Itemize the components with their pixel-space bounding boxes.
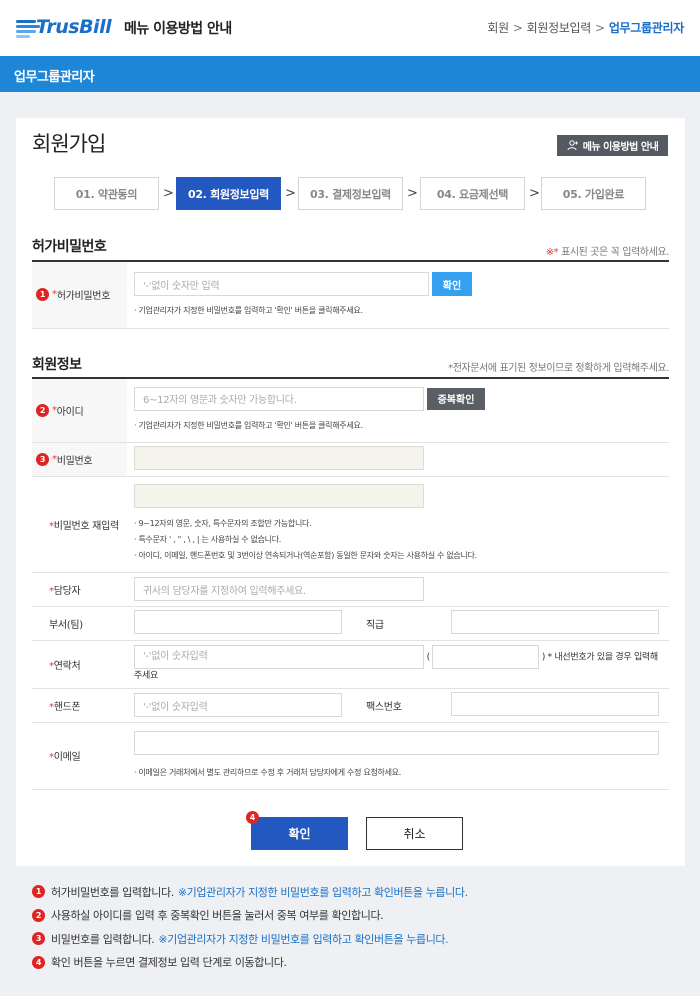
form-row: *담당자 귀사의 담당자를 지정하여 입력해주세요.: [32, 572, 669, 607]
temp-password-input[interactable]: '-'없이 숫자만 입력: [134, 272, 429, 297]
breadcrumb-sep: >: [512, 21, 523, 35]
menu-guide-button[interactable]: 메뉴 이용방법 안내: [557, 135, 668, 156]
list-item: 3 비밀번호를 입력합니다. ※기업관리자가 지정한 비밀번호를 입력하고 확인버튼…: [32, 927, 672, 951]
form-row: 1 * 허가비밀번호 '-'없이 숫자만 입력 확인 · 기업관리자가 지정한 비밀…: [32, 261, 669, 329]
page-title: 회원가입: [32, 132, 106, 156]
required-note: ※* 표시된 곳은 꼭 입력하세요.: [545, 247, 670, 258]
member-info-table: 2 * 아이디 6~12자의 영문과 숫자만 가능합니다. 중복확인 · 기업관리자…: [32, 377, 669, 790]
list-item: 1 허가비밀번호를 입력합니다. ※기업관리자가 지정한 비밀번호를 입력하고 확인…: [32, 880, 672, 904]
step-member-info: 02. 회원정보입력: [176, 177, 281, 210]
step-badge: 4: [246, 811, 259, 824]
trusbill-logo[interactable]: TrusBill: [16, 12, 112, 42]
breadcrumb-item-info[interactable]: 회원정보입력: [527, 21, 592, 35]
field-label: 부서(팀): [32, 606, 127, 641]
step-complete: 05. 가입완료: [541, 177, 646, 210]
form-row: *비밀번호 재입력 · 9~12자의 영문, 숫자, 특수문자의 조합만 가능합…: [32, 476, 669, 573]
section-banner: 업무그룹관리자: [0, 56, 700, 92]
breadcrumb: 회원 > 회원정보입력 > 업무그룹관리자: [487, 19, 684, 36]
form-row: *이메일 · 이메일은 거래처에서 별도 관리하므로 수정 후 거래처 담당자에…: [32, 722, 669, 790]
manager-input[interactable]: 귀사의 담당자를 지정하여 입력해주세요.: [134, 577, 424, 601]
fax-input[interactable]: [451, 691, 659, 716]
field-label: *핸드폰: [32, 688, 127, 723]
breadcrumb-item-current: 업무그룹관리자: [608, 21, 684, 35]
field-label: *담당자: [32, 572, 127, 607]
logo-text: TrusBill: [36, 16, 112, 38]
mobile-input[interactable]: '-'없이 숫자입력: [134, 693, 342, 717]
rank-input[interactable]: [451, 609, 659, 634]
field-label: 1 * 허가비밀번호: [32, 261, 127, 329]
step-payment-info: 03. 결제정보입력: [298, 177, 403, 210]
signup-card: 회원가입 메뉴 이용방법 안내 01. 약관동의 > 02. 회원정보입력 > …: [16, 118, 685, 866]
duplicate-check-button[interactable]: 중복확인: [427, 387, 485, 410]
user-id-hint: · 기업관리자가 지정한 비밀번호를 입력하고 '확인' 버튼을 클릭해주세요.: [134, 420, 363, 430]
banner-title: 업무그룹관리자: [14, 70, 95, 85]
signup-steps: 01. 약관동의 > 02. 회원정보입력 > 03. 결제정보입력 > 04.…: [54, 177, 654, 210]
cancel-button[interactable]: 취소: [366, 817, 463, 850]
temp-password-table: 1 * 허가비밀번호 '-'없이 숫자만 입력 확인 · 기업관리자가 지정한 비밀…: [32, 260, 669, 329]
chevron-right-icon: >: [285, 186, 296, 201]
step-badge: 3: [36, 452, 49, 466]
user-id-input[interactable]: 6~12자의 영문과 숫자만 가능합니다.: [134, 386, 424, 411]
chevron-right-icon: >: [163, 186, 174, 201]
field-label: 직급: [349, 606, 444, 641]
list-item: 2 사용하실 아이디를 입력 후 중복확인 버튼을 눌러서 중복 여부를 확인합니…: [32, 904, 672, 928]
chevron-right-icon: >: [407, 186, 418, 201]
extension-input[interactable]: [432, 644, 540, 669]
chevron-right-icon: >: [529, 186, 540, 201]
breadcrumb-sep: >: [595, 21, 605, 35]
logo-mark-icon: [16, 14, 42, 40]
menu-guide-label: 메뉴 이용방법 안내: [582, 142, 659, 153]
temp-password-confirm-button[interactable]: 확인: [432, 272, 472, 297]
step-badge: 1: [36, 288, 49, 302]
field-label: 팩스번호: [349, 688, 444, 723]
list-item: 4 확인 버튼을 누르면 결제정보 입력 단계로 이동합니다.: [32, 951, 672, 975]
form-row: 3 * 비밀번호: [32, 442, 669, 477]
form-row: *연락처 '-'없이 숫자입력 ( ) * 내선번호가 있을 경우 입력해주세요: [32, 640, 669, 689]
step-terms: 01. 약관동의: [54, 177, 159, 210]
password-confirm-input[interactable]: [134, 484, 424, 508]
field-label: *비밀번호 재입력: [32, 476, 127, 573]
form-row: *핸드폰 '-'없이 숫자입력 팩스번호: [32, 688, 669, 723]
form-row: 부서(팀) 직급: [32, 606, 669, 641]
confirm-button[interactable]: 확인: [251, 817, 348, 850]
field-label: *연락처: [32, 640, 127, 689]
step-badge: 2: [36, 403, 49, 417]
top-header: TrusBill 메뉴 이용방법 안내 회원 > 회원정보입력 > 업무그룹관리자: [0, 0, 700, 56]
temp-password-section-title: 허가비밀번호: [32, 239, 107, 255]
form-row: 2 * 아이디 6~12자의 영문과 숫자만 가능합니다. 중복확인 · 기업관리자…: [32, 378, 669, 443]
field-label: *이메일: [32, 722, 127, 790]
contact-input[interactable]: '-'없이 숫자입력: [134, 644, 424, 669]
field-label: 3 * 비밀번호: [32, 442, 127, 477]
instruction-notes: 1 허가비밀번호를 입력합니다. ※기업관리자가 지정한 비밀번호를 입력하고 확인…: [32, 880, 672, 974]
password-rules: · 9~12자의 영문, 숫자, 특수문자의 조합만 가능합니다. · 특수문자…: [134, 519, 477, 560]
member-info-section-title: 회원정보: [32, 357, 82, 373]
breadcrumb-item-member[interactable]: 회원: [487, 21, 509, 35]
password-input[interactable]: [134, 445, 424, 470]
user-plus-icon: [567, 140, 578, 151]
field-label: 2 * 아이디: [32, 378, 127, 443]
accuracy-note: *전자문서에 표기된 정보이므로 정확하게 입력해주세요.: [448, 363, 669, 374]
page-name: 메뉴 이용방법 안내: [124, 21, 232, 37]
step-plan-select: 04. 요금제선택: [420, 177, 525, 210]
temp-password-hint: · 기업관리자가 지정한 비밀번호를 입력하고 '확인' 버튼을 클릭해주세요.: [134, 306, 363, 316]
email-hint: · 이메일은 거래처에서 별도 관리하므로 수정 후 거래처 담당자에게 수정 …: [134, 767, 401, 777]
email-input[interactable]: [134, 730, 659, 755]
department-input[interactable]: [134, 609, 342, 634]
